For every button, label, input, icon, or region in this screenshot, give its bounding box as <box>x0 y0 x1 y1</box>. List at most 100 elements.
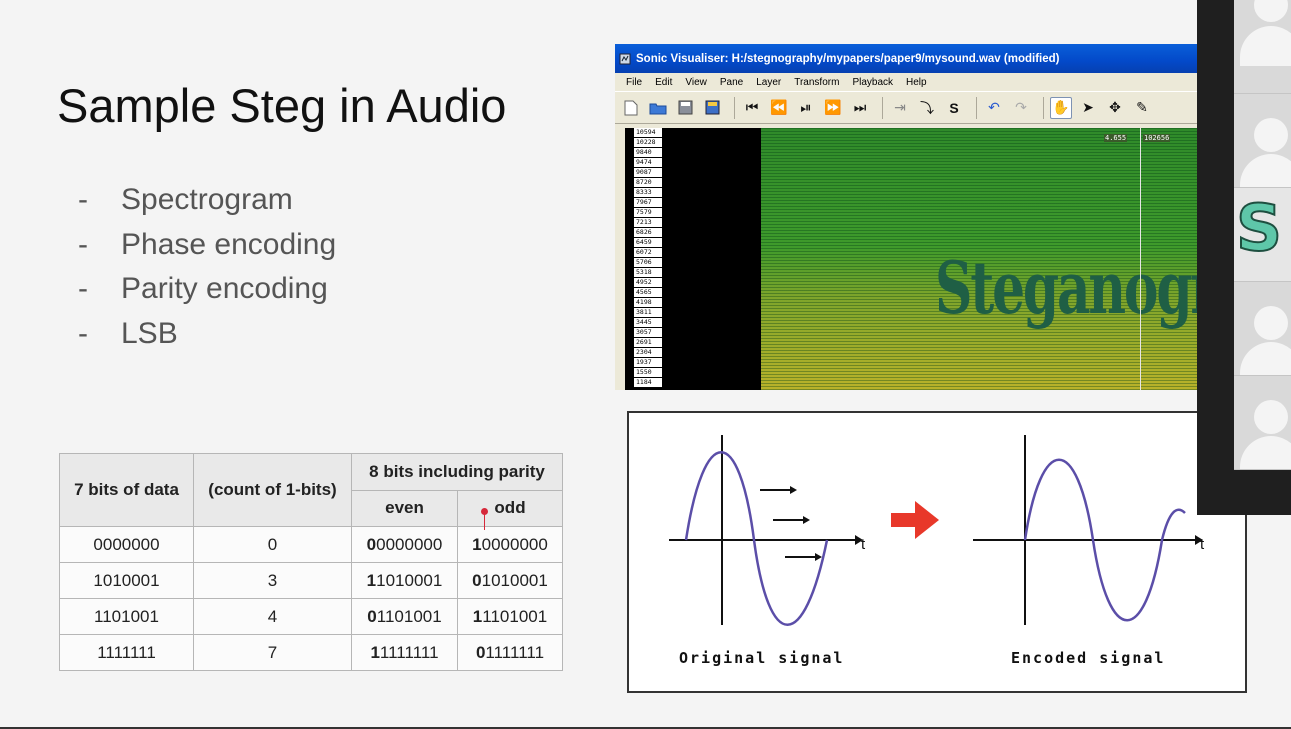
parity-bit: 0 <box>367 606 377 626</box>
participant-tile[interactable] <box>1234 94 1291 188</box>
scale-label: 3057 <box>633 328 662 337</box>
table-row: 1101001 4 01101001 11101001 <box>59 598 563 635</box>
scale-label: 2691 <box>633 338 662 347</box>
move-icon[interactable]: ✥ <box>1104 97 1126 119</box>
menu-layer[interactable]: Layer <box>756 77 781 88</box>
toolbar-separator <box>734 96 735 119</box>
participant-tile[interactable] <box>1234 376 1291 470</box>
participant-tile[interactable]: S <box>1234 188 1291 282</box>
shift-arrow-head <box>815 553 822 561</box>
transform-arrow-body <box>891 513 919 527</box>
menu-playback[interactable]: Playback <box>852 77 893 88</box>
data-bits: 1010001 <box>376 570 443 590</box>
spectrogram-pane[interactable]: 10594 10228 9840 9474 9087 8720 8333 796… <box>625 128 1197 390</box>
scale-label: 8333 <box>633 188 662 197</box>
header-data-bits: 7 bits of data <box>59 453 194 527</box>
cell-count: 4 <box>193 598 352 635</box>
avatar-head <box>1254 118 1288 152</box>
phase-encoding-diagram: t t Original signal Encoded signal <box>627 411 1247 693</box>
playhead-line[interactable] <box>1140 128 1141 390</box>
bullet-marker: - <box>78 272 88 306</box>
navigate-hand-icon[interactable]: ✋ <box>1050 96 1072 119</box>
data-bits: 1101001 <box>482 606 548 626</box>
frame-readout: 102656 <box>1143 134 1171 142</box>
app-icon <box>619 53 631 65</box>
bullet-text: Spectrogram <box>121 183 293 217</box>
scale-label: 5318 <box>633 268 662 277</box>
avatar-body <box>1240 154 1291 187</box>
rewind-start-icon[interactable]: ⏮ <box>741 97 763 119</box>
scale-label: 6459 <box>633 238 662 247</box>
scale-label: 7967 <box>633 198 662 207</box>
save-icon[interactable] <box>674 97 696 119</box>
menu-help[interactable]: Help <box>906 77 927 88</box>
menu-transform[interactable]: Transform <box>794 77 839 88</box>
scale-label: 10594 <box>633 128 662 137</box>
play-pause-icon[interactable]: ⏯ <box>795 97 817 119</box>
participant-thumbnails: S <box>1234 0 1291 515</box>
scale-label: 7213 <box>633 218 662 227</box>
cell-even: 11010001 <box>351 562 458 599</box>
bullet-marker: - <box>78 227 88 261</box>
menu-pane[interactable]: Pane <box>720 77 743 88</box>
scale-label: 10228 <box>633 138 662 147</box>
parity-bit: 1 <box>366 570 377 590</box>
scale-label: 7579 <box>633 208 662 217</box>
cell-count: 0 <box>193 526 352 563</box>
shift-arrow-head <box>790 486 797 494</box>
cell-even: 11111111 <box>351 634 458 671</box>
fast-forward-icon[interactable]: ⏩ <box>822 97 844 119</box>
forward-end-icon[interactable]: ⏭ <box>849 97 871 119</box>
scale-label: 4952 <box>633 278 662 287</box>
avatar-head <box>1254 306 1288 340</box>
cell-even: 01101001 <box>351 598 458 635</box>
play-selection-icon[interactable]: ⇥ <box>889 97 911 119</box>
spectrogram-hidden-text: Steganograpl <box>935 245 1197 330</box>
menu-view[interactable]: View <box>685 77 707 88</box>
participant-tile[interactable] <box>1234 0 1291 94</box>
toolbar: ⏮ ⏪ ⏯ ⏩ ⏭ ⇥ ⤵ S ↶ ↷ ✋ ➤ ✥ ✎ <box>615 91 1197 124</box>
cell-data: 1111111 <box>59 634 194 671</box>
cell-odd: 01010001 <box>457 562 563 599</box>
table-row: 1010001 3 11010001 01010001 <box>59 562 563 599</box>
cell-data: 1010001 <box>59 562 194 599</box>
bullet-text: Phase encoding <box>121 227 337 261</box>
parity-bit: 1 <box>472 534 482 554</box>
toolbar-separator <box>882 96 883 119</box>
cell-count: 7 <box>193 634 352 671</box>
parity-bit: 0 <box>366 534 377 554</box>
scale-label: 1184 <box>633 378 662 387</box>
scale-label: 4565 <box>633 288 662 297</box>
scale-label: 9840 <box>633 148 662 157</box>
menu-edit[interactable]: Edit <box>655 77 672 88</box>
cell-data: 1101001 <box>59 598 194 635</box>
cell-even: 00000000 <box>351 526 458 563</box>
menu-file[interactable]: File <box>626 77 642 88</box>
transform-arrow-head <box>915 501 939 539</box>
table-row: 0000000 0 00000000 10000000 <box>59 526 563 563</box>
parity-table: 7 bits of data (count of 1-bits) 8 bits … <box>59 453 563 671</box>
open-folder-icon[interactable] <box>647 97 669 119</box>
participant-tile[interactable] <box>1234 282 1291 376</box>
solo-icon[interactable]: S <box>943 97 965 119</box>
rewind-icon[interactable]: ⏪ <box>768 97 790 119</box>
follow-playback-icon[interactable]: ⤵ <box>916 97 938 119</box>
save-as-icon[interactable] <box>701 97 723 119</box>
draw-pencil-icon[interactable]: ✎ <box>1131 97 1153 119</box>
window-titlebar: Sonic Visualiser: H:/stegnography/mypape… <box>615 44 1197 73</box>
toolbar-separator <box>1043 96 1044 119</box>
scale-label: 4198 <box>633 298 662 307</box>
bullet-item: - LSB <box>78 312 336 357</box>
redo-icon[interactable]: ↷ <box>1010 97 1032 119</box>
parity-bit: 0 <box>475 642 486 662</box>
select-arrow-icon[interactable]: ➤ <box>1077 97 1099 119</box>
new-file-icon[interactable] <box>620 97 642 119</box>
undo-icon[interactable]: ↶ <box>983 97 1005 119</box>
bullet-marker: - <box>78 316 88 350</box>
original-wave <box>684 451 829 626</box>
data-bits: 0000000 <box>481 534 548 554</box>
bullet-item: - Spectrogram <box>78 178 336 223</box>
scale-label: 2304 <box>633 348 662 357</box>
menu-bar: File Edit View Pane Layer Transform Play… <box>615 73 1197 91</box>
scale-label: 6072 <box>633 248 662 257</box>
